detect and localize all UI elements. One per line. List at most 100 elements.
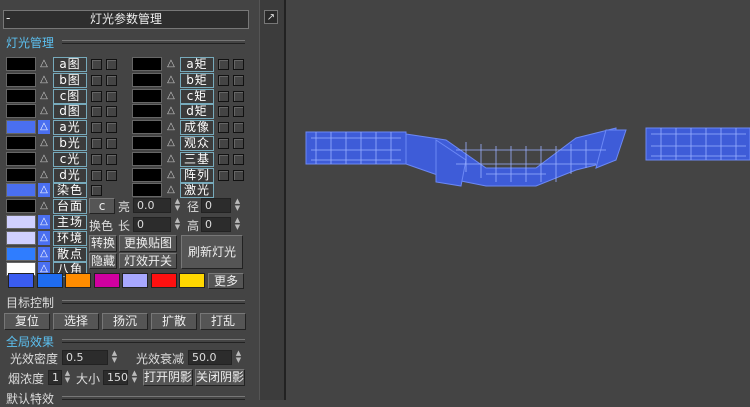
light-checkbox[interactable] [91,169,102,181]
section-default-effects[interactable]: 默认特效 [6,390,54,407]
light-checkbox[interactable] [91,74,102,86]
triangle-toggle-icon[interactable]: △ [38,120,50,135]
light-color-swatch[interactable] [132,88,162,103]
light-label-right-3[interactable]: d矩 [180,104,214,120]
triangle-toggle-icon[interactable]: △ [38,215,50,229]
more-button[interactable]: 更多 [208,273,244,289]
triangle-toggle-icon[interactable]: △ [38,168,50,182]
replace-map-button[interactable]: 更换贴图 [119,235,177,252]
convert-button[interactable]: 转换 [89,235,117,252]
light-checkbox[interactable] [218,122,229,134]
decay-spinner-arrows[interactable]: ▲ ▼ [234,350,243,365]
section-light-management[interactable]: 灯光管理 [6,34,54,51]
light-label-right-4[interactable]: 成像 [180,120,214,136]
light-checkbox[interactable] [91,90,102,102]
light-label-3[interactable]: d图 [53,104,87,120]
bright-input[interactable]: 0.0 [133,198,171,213]
light-label-5[interactable]: b光 [53,136,87,151]
float-panel-icon[interactable]: ↗ [264,10,278,24]
light-checkbox[interactable] [233,106,244,118]
light-checkbox[interactable] [233,169,244,181]
light-checkbox[interactable] [91,185,102,197]
light-color-swatch[interactable] [6,167,36,182]
light-label-8[interactable]: 染色 [53,183,87,199]
section-global-effects[interactable]: 全局效果 [6,333,54,350]
triangle-toggle-icon[interactable]: △ [38,152,50,166]
light-checkbox[interactable] [106,122,117,134]
light-color-swatch[interactable] [132,104,162,119]
light-label-0[interactable]: a图 [53,57,87,72]
light-color-swatch[interactable] [6,230,36,245]
radius-input[interactable]: 0 [201,198,231,213]
light-color-swatch[interactable] [6,104,36,119]
palette-color-swatch[interactable] [65,273,91,288]
light-checkbox[interactable] [233,138,244,149]
light-checkbox[interactable] [233,59,244,70]
target-button-4[interactable]: 打乱 [200,313,246,330]
light-checkbox[interactable] [106,106,117,118]
light-label-1[interactable]: b图 [53,72,87,88]
light-checkbox[interactable] [218,169,229,181]
light-color-swatch[interactable] [132,151,162,166]
height-spinner-arrows[interactable]: ▲ ▼ [233,217,242,232]
target-button-1[interactable]: 选择 [53,313,99,330]
triangle-toggle-icon[interactable]: △ [38,104,50,118]
triangle-toggle-icon[interactable]: △ [38,57,50,71]
length-spinner-arrows[interactable]: ▲ ▼ [173,217,182,232]
radius-spinner-arrows[interactable]: ▲ ▼ [233,198,242,213]
light-label-10[interactable]: 主场 [53,215,87,230]
light-checkbox[interactable] [218,106,229,118]
light-label-9[interactable]: 台面 [53,199,87,215]
light-label-12[interactable]: 散点 [53,246,87,262]
light-checkbox[interactable] [218,74,229,86]
light-color-swatch[interactable] [6,199,36,214]
hide-button[interactable]: 隐藏 [89,253,117,269]
triangle-toggle-icon[interactable]: △ [165,120,177,134]
light-label-right-7[interactable]: 阵列 [180,167,214,183]
triangle-toggle-icon[interactable]: △ [38,73,50,87]
light-color-swatch[interactable] [132,120,162,135]
palette-color-swatch[interactable] [179,273,205,288]
light-color-swatch[interactable] [132,183,162,198]
triangle-toggle-icon[interactable]: △ [38,230,50,245]
light-label-right-6[interactable]: 三基 [180,151,214,167]
light-checkbox[interactable] [91,153,102,165]
palette-color-swatch[interactable] [122,273,148,288]
refresh-lights-button[interactable]: 刷新灯光 [181,235,243,269]
target-button-3[interactable]: 扩散 [151,313,197,330]
light-checkbox[interactable] [106,138,117,149]
light-color-swatch[interactable] [6,183,36,198]
light-switch-button[interactable]: 灯效开关 [119,253,177,269]
light-label-right-1[interactable]: b矩 [180,72,214,88]
smoke-spinner-arrows[interactable]: ▲ ▼ [63,370,72,385]
triangle-toggle-icon[interactable]: △ [165,73,177,87]
section-target-control[interactable]: 目标控制 [6,294,54,311]
triangle-toggle-icon[interactable]: △ [38,183,50,198]
shadow-off-button[interactable]: 关闭阴影 [195,369,245,386]
palette-color-swatch[interactable] [93,273,120,288]
light-color-swatch[interactable] [6,120,36,135]
3d-viewport[interactable] [284,0,750,400]
light-color-swatch[interactable] [6,246,36,261]
c-button[interactable]: c [89,198,115,214]
light-checkbox[interactable] [233,122,244,134]
light-checkbox[interactable] [106,90,117,102]
light-color-swatch[interactable] [132,167,162,182]
collapse-icon[interactable]: - [6,10,10,27]
light-checkbox[interactable] [106,169,117,181]
light-checkbox[interactable] [91,122,102,134]
triangle-toggle-icon[interactable]: △ [38,89,50,103]
length-input[interactable]: 0 [133,217,171,232]
light-label-6[interactable]: c光 [53,151,87,167]
light-color-swatch[interactable] [6,72,36,87]
light-color-swatch[interactable] [6,88,36,103]
light-label-right-0[interactable]: a矩 [180,57,214,72]
light-checkbox[interactable] [218,138,229,149]
light-label-right-5[interactable]: 观众 [180,136,214,151]
panel-title[interactable]: 灯光参数管理 [3,10,249,29]
light-checkbox[interactable] [106,59,117,70]
triangle-toggle-icon[interactable]: △ [165,57,177,71]
change-color-label[interactable]: 换色 [89,217,113,234]
light-label-7[interactable]: d光 [53,167,87,183]
light-checkbox[interactable] [106,74,117,86]
